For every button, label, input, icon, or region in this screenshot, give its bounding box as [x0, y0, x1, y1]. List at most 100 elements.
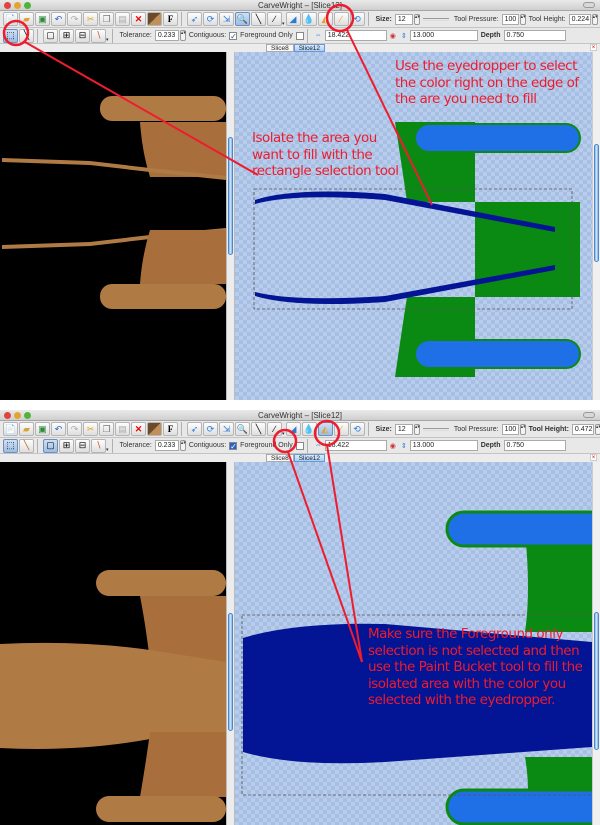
delete-icon[interactable]: ✕	[131, 12, 146, 26]
color-swap-icon[interactable]: ⟲	[349, 12, 365, 26]
2d-canvas[interactable]: Make sure the Foreground only selection …	[235, 462, 592, 825]
cut-icon[interactable]: ✂	[83, 12, 98, 26]
size-stepper[interactable]: ▴▾	[413, 13, 420, 25]
canvas-scrollbar[interactable]	[592, 462, 600, 825]
undo-icon[interactable]: ↶	[51, 12, 66, 26]
font-icon[interactable]: F	[163, 422, 178, 436]
tool-pressure-field[interactable]: 100	[501, 13, 519, 25]
maximize-window-button[interactable]	[24, 2, 31, 9]
select-subtract-icon[interactable]: ⊟	[75, 438, 90, 453]
eraser-icon[interactable]: ◢	[285, 12, 301, 26]
rotate-icon[interactable]: ⟳	[203, 12, 218, 26]
close-tab-button[interactable]: ×	[590, 454, 597, 461]
length-field[interactable]: 13.000	[409, 30, 478, 41]
tolerance-field[interactable]: 0.233	[154, 440, 179, 451]
move-icon[interactable]: ⇲	[219, 422, 234, 436]
texture-icon[interactable]	[147, 12, 162, 26]
paint-bucket-icon[interactable]: ◭	[317, 12, 333, 26]
wand-options-icon[interactable]: ∖	[91, 438, 106, 453]
contiguous-checkbox[interactable]: ✓	[229, 31, 238, 40]
new-file-icon[interactable]: 📄	[3, 422, 18, 436]
2d-canvas[interactable]: Use the eyedropper to select the color r…	[235, 52, 592, 400]
contiguous-checkbox[interactable]: ✓	[229, 441, 238, 450]
magic-wand-icon[interactable]: ╲	[19, 28, 34, 43]
pane-splitter[interactable]	[226, 462, 235, 825]
select-new-icon[interactable]: ▢	[43, 438, 58, 453]
water-drop-icon[interactable]: 💧	[301, 12, 317, 26]
tool-pressure-field[interactable]: 100	[501, 423, 519, 435]
size-field[interactable]: 12	[394, 13, 413, 25]
width-field[interactable]: 18.422	[324, 440, 387, 451]
tolerance-stepper[interactable]: ▴▾	[179, 440, 186, 451]
undo-icon[interactable]: ↶	[51, 422, 66, 436]
size-stepper[interactable]: ▴▾	[413, 423, 420, 435]
redo-icon[interactable]: ↷	[67, 422, 82, 436]
scrollbar-thumb[interactable]	[594, 612, 599, 750]
font-icon[interactable]: F	[163, 12, 178, 26]
size-slider[interactable]	[422, 17, 449, 21]
tool-height-field[interactable]: 0.224	[568, 13, 591, 25]
copy-icon[interactable]: ❐	[99, 12, 114, 26]
paint-bucket-icon[interactable]: ◭	[317, 422, 333, 436]
copy-icon[interactable]: ❐	[99, 422, 114, 436]
length-field[interactable]: 13.000	[409, 440, 478, 451]
new-file-icon[interactable]: 📄	[3, 12, 18, 26]
close-tab-button[interactable]: ×	[590, 44, 597, 51]
texture-icon[interactable]	[147, 422, 162, 436]
foreground-only-checkbox[interactable]	[295, 31, 304, 40]
tolerance-stepper[interactable]: ▴▾	[179, 30, 186, 41]
toolbar-toggle-button[interactable]	[583, 412, 595, 418]
brush-icon[interactable]: ∕	[267, 12, 282, 26]
rotate-icon[interactable]: ⟳	[203, 422, 218, 436]
tab-slice8[interactable]: Slice8	[266, 44, 294, 52]
maximize-window-button[interactable]	[24, 412, 31, 419]
tab-slice12[interactable]: Slice12	[293, 454, 326, 462]
width-field[interactable]: 18.422	[324, 30, 387, 41]
tool-height-stepper[interactable]: ▴▾	[594, 423, 600, 435]
size-slider[interactable]	[422, 427, 449, 431]
foreground-only-checkbox[interactable]	[295, 441, 304, 450]
knife-icon[interactable]: ╲	[251, 422, 266, 436]
splitter-handle[interactable]	[228, 613, 233, 731]
water-drop-icon[interactable]: 💧	[301, 422, 317, 436]
tab-slice12[interactable]: Slice12	[293, 44, 326, 52]
cut-icon[interactable]: ✂	[83, 422, 98, 436]
open-file-icon[interactable]: ▰	[19, 12, 34, 26]
move-icon[interactable]: ⇲	[219, 12, 234, 26]
tolerance-field[interactable]: 0.233	[154, 30, 179, 41]
magic-wand-icon[interactable]: ╲	[19, 438, 34, 453]
tool-pressure-stepper[interactable]: ▴▾	[519, 13, 526, 25]
select-new-icon[interactable]: ▢	[43, 28, 58, 43]
select-arrow-icon[interactable]: ➶	[187, 422, 202, 436]
zoom-icon[interactable]: 🔍	[235, 12, 250, 26]
canvas-scrollbar[interactable]	[592, 52, 600, 400]
close-window-button[interactable]	[4, 412, 11, 419]
minimize-window-button[interactable]	[14, 2, 21, 9]
delete-icon[interactable]: ✕	[131, 422, 146, 436]
wand-options-icon[interactable]: ∖	[91, 28, 106, 43]
eyedropper-icon[interactable]: ∕	[333, 12, 349, 26]
tool-height-field[interactable]: 0.472	[571, 423, 594, 435]
tool-height-stepper[interactable]: ▴▾	[591, 13, 598, 25]
rect-select-icon[interactable]: ⬚	[3, 438, 18, 453]
size-field[interactable]: 12	[394, 423, 413, 435]
redo-icon[interactable]: ↷	[67, 12, 82, 26]
save-icon[interactable]: ▣	[35, 12, 50, 26]
depth-field[interactable]: 0.750	[503, 30, 566, 41]
paste-icon[interactable]: ▤	[115, 422, 130, 436]
minimize-window-button[interactable]	[14, 412, 21, 419]
eyedropper-icon[interactable]: ∕	[333, 422, 349, 436]
paste-icon[interactable]: ▤	[115, 12, 130, 26]
color-swap-icon[interactable]: ⟲	[349, 422, 365, 436]
knife-icon[interactable]: ╲	[251, 12, 266, 26]
splitter-handle[interactable]	[228, 137, 233, 255]
3d-preview-pane[interactable]	[0, 462, 226, 825]
depth-field[interactable]: 0.750	[503, 440, 566, 451]
select-arrow-icon[interactable]: ➶	[187, 12, 202, 26]
select-subtract-icon[interactable]: ⊟	[75, 28, 90, 43]
pane-splitter[interactable]	[226, 52, 235, 400]
toolbar-toggle-button[interactable]	[583, 2, 595, 8]
tool-pressure-stepper[interactable]: ▴▾	[519, 423, 526, 435]
close-window-button[interactable]	[4, 2, 11, 9]
save-icon[interactable]: ▣	[35, 422, 50, 436]
